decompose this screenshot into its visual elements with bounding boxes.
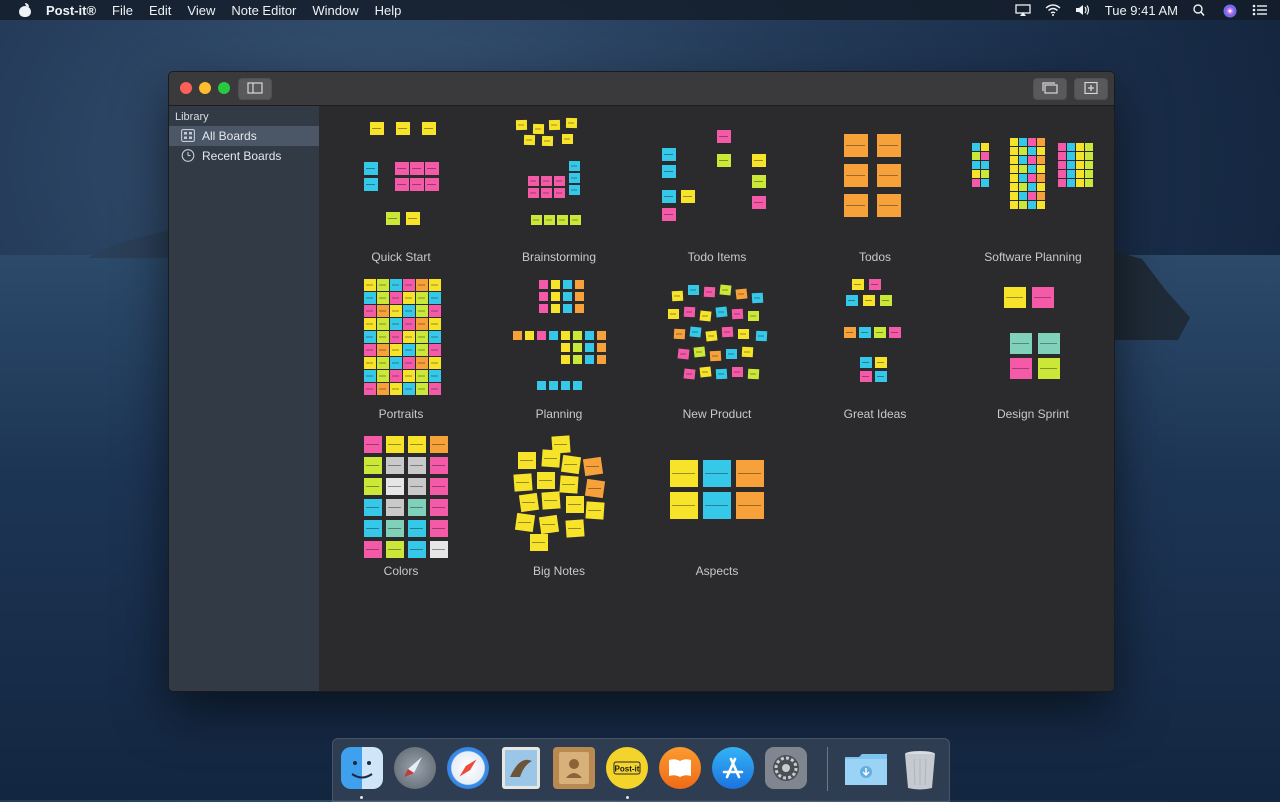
zoom-window-button[interactable]	[218, 82, 230, 94]
spotlight-icon[interactable]	[1192, 4, 1208, 16]
post-it-dock-label: Post-it	[615, 765, 640, 774]
notification-center-icon[interactable]	[1252, 4, 1268, 16]
toggle-sidebar-button[interactable]	[238, 78, 272, 100]
board-label: Planning	[535, 407, 583, 421]
board-thumbnail	[364, 122, 439, 225]
launchpad-icon[interactable]	[394, 747, 436, 789]
board-label: Design Sprint	[996, 407, 1070, 421]
board-brainstorming[interactable]: Brainstorming	[480, 114, 638, 269]
menu-view[interactable]: View	[187, 3, 215, 18]
board-todos[interactable]: Todos	[796, 114, 954, 269]
board-thumbnail	[844, 279, 901, 382]
board-label: New Product	[682, 407, 752, 421]
board-thumbnail	[1004, 287, 1060, 379]
menu-help[interactable]: Help	[375, 3, 402, 18]
close-window-button[interactable]	[180, 82, 192, 94]
sidebar-item-label: All Boards	[202, 129, 257, 143]
board-thumbnail	[515, 117, 581, 225]
board-thumbnail	[844, 134, 901, 217]
trash-icon[interactable]	[899, 747, 941, 790]
sidebar-item-all-boards[interactable]: All Boards	[169, 126, 319, 146]
safari-icon[interactable]	[447, 747, 489, 789]
sidebar-icon	[247, 82, 263, 94]
sidebar-item-label: Recent Boards	[202, 149, 282, 163]
board-planning[interactable]: Planning	[480, 271, 638, 426]
dock: Post-it	[332, 738, 950, 802]
board-label: Great Ideas	[843, 407, 907, 421]
photos-stack-icon	[1042, 82, 1058, 94]
desktop-island	[88, 228, 178, 258]
board-thumbnail	[513, 435, 606, 551]
menu-edit[interactable]: Edit	[149, 3, 171, 18]
menu-app-name[interactable]: Post-it®	[46, 3, 96, 18]
airplay-icon[interactable]	[1015, 4, 1031, 16]
export-board-button[interactable]	[1033, 78, 1067, 100]
menu-file[interactable]: File	[112, 3, 133, 18]
board-label: Quick Start	[371, 250, 431, 264]
new-board-button[interactable]	[1074, 78, 1108, 100]
contacts-icon[interactable]	[553, 747, 595, 789]
post-it-icon[interactable]: Post-it	[606, 747, 648, 789]
menu-bar: Post-it® File Edit View Note Editor Wind…	[0, 0, 1280, 20]
volume-icon[interactable]	[1075, 4, 1091, 16]
clock-icon	[181, 149, 195, 162]
boards-grid: Quick Start Brainstorming Todo Items Tod…	[319, 106, 1114, 691]
board-label: Todos	[858, 250, 892, 264]
post-it-window: Library All Boards Recent Boards Quick S…	[168, 71, 1115, 692]
wifi-icon[interactable]	[1045, 4, 1061, 16]
board-label: Portraits	[378, 407, 424, 421]
board-quick-start[interactable]: Quick Start	[322, 114, 480, 269]
sidebar-item-recent-boards[interactable]: Recent Boards	[169, 146, 319, 166]
board-label: Software Planning	[984, 250, 1082, 264]
minimize-window-button[interactable]	[199, 82, 211, 94]
board-thumbnail	[972, 138, 1093, 209]
board-design-sprint[interactable]: Design Sprint	[954, 271, 1112, 426]
board-label: Big Notes	[532, 564, 586, 578]
downloads-folder-icon[interactable]	[843, 747, 887, 789]
grid-icon	[181, 129, 195, 142]
menu-clock[interactable]: Tue 9:41 AM	[1105, 3, 1178, 18]
board-todo-items[interactable]: Todo Items	[638, 114, 796, 269]
running-indicator	[626, 796, 629, 799]
books-icon[interactable]	[659, 747, 701, 789]
board-great-ideas[interactable]: Great Ideas	[796, 271, 954, 426]
system-preferences-icon[interactable]	[765, 747, 807, 789]
apple-menu-icon[interactable]	[18, 3, 32, 17]
board-thumbnail	[662, 130, 766, 221]
board-colors[interactable]: Colors	[322, 428, 480, 583]
board-big-notes[interactable]: Big Notes	[480, 428, 638, 583]
board-label: Todo Items	[687, 250, 747, 264]
sidebar-heading: Library	[175, 111, 209, 123]
board-thumbnail	[364, 279, 441, 395]
board-thumbnail	[364, 436, 448, 558]
board-label: Brainstorming	[521, 250, 597, 264]
siri-icon[interactable]	[1222, 4, 1238, 18]
menu-note-editor[interactable]: Note Editor	[231, 3, 296, 18]
menu-window[interactable]: Window	[312, 3, 358, 18]
board-portraits[interactable]: Portraits	[322, 271, 480, 426]
add-board-icon	[1084, 82, 1098, 94]
board-new-product[interactable]: New Product	[638, 271, 796, 426]
finder-icon[interactable]	[341, 747, 383, 789]
window-titlebar[interactable]	[169, 72, 1114, 106]
app-store-icon[interactable]	[712, 747, 754, 789]
dock-separator	[827, 747, 828, 791]
board-thumbnail	[668, 284, 768, 380]
mail-icon[interactable]	[502, 747, 540, 789]
running-indicator	[360, 796, 363, 799]
board-thumbnail	[670, 460, 764, 519]
board-software-planning[interactable]: Software Planning	[954, 114, 1112, 269]
library-sidebar: Library All Boards Recent Boards	[169, 106, 319, 691]
board-label: Aspects	[695, 564, 739, 578]
board-thumbnail	[513, 280, 606, 390]
board-aspects[interactable]: Aspects	[638, 428, 796, 583]
board-label: Colors	[383, 564, 419, 578]
